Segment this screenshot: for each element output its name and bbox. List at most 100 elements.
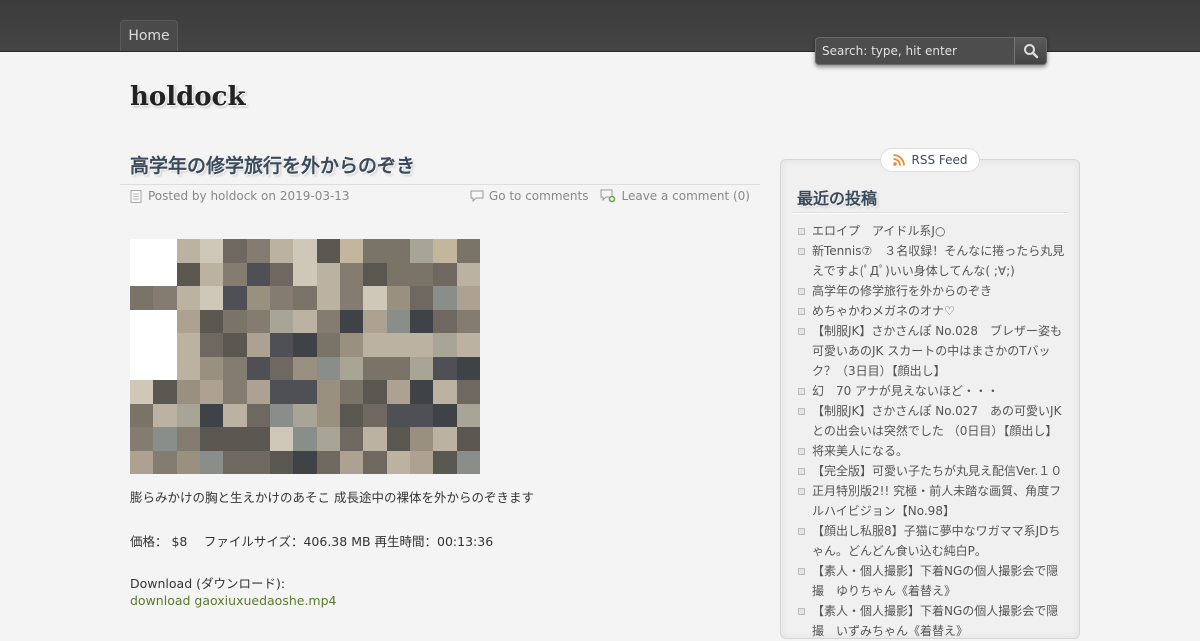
mosaic-cell [223, 309, 247, 333]
leave-comment-link[interactable]: Leave a comment (0) [600, 189, 750, 203]
mosaic-cell [363, 333, 387, 357]
mosaic-cell [153, 427, 177, 451]
post-byline-text: Posted by holdock on 2019-03-13 [148, 189, 350, 203]
mosaic-cell [340, 333, 364, 357]
mosaic-cell [386, 239, 410, 263]
mosaic-cell [130, 239, 154, 263]
mosaic-cell [386, 333, 410, 357]
mosaic-cell [176, 403, 200, 427]
mosaic-cell [386, 403, 410, 427]
post-title[interactable]: 高学年の修学旅行を外からのぞき [130, 151, 415, 178]
mosaic-cell [386, 286, 410, 310]
mosaic-cell [363, 239, 387, 263]
mosaic-cell [363, 262, 387, 286]
post-details: 価格： $8 ファイルサイズ：406.38 MB 再生時間：00:13:36 [130, 534, 494, 549]
site-title[interactable]: holdock [130, 82, 246, 112]
recent-post-item[interactable]: めちゃかわメガネのオナ♡ [796, 301, 1066, 321]
recent-post-item[interactable]: 【完全版】可愛い子たちが丸見え配信Ver.１０ [796, 461, 1066, 481]
mosaic-cell [246, 450, 270, 474]
mosaic-cell [200, 286, 224, 310]
mosaic-cell [363, 286, 387, 310]
mosaic-cell [340, 427, 364, 451]
mosaic-cell [316, 356, 340, 380]
mosaic-cell [316, 450, 340, 474]
mosaic-cell [130, 309, 154, 333]
mosaic-cell [270, 239, 294, 263]
recent-posts-title: 最近の投稿 [797, 189, 878, 208]
mosaic-cell [433, 427, 457, 451]
mosaic-cell [130, 380, 154, 404]
mosaic-cell [130, 403, 154, 427]
mosaic-cell [153, 286, 177, 310]
search-button[interactable] [1014, 38, 1046, 64]
mosaic-cell [340, 450, 364, 474]
mosaic-cell [293, 356, 317, 380]
recent-posts-list: エロイプ アイドル系J○ 新Tennis⑦ ３名収録！そんなに捲ったら丸見えですよ… [796, 221, 1066, 641]
mosaic-cell [270, 450, 294, 474]
mosaic-cell [293, 333, 317, 357]
mosaic-cell [130, 450, 154, 474]
go-to-comments-link[interactable]: Go to comments [470, 189, 589, 203]
nav-home-tab[interactable]: Home [120, 20, 178, 51]
mosaic-cell [293, 427, 317, 451]
speech-bubble-icon [470, 190, 484, 202]
mosaic-cell [410, 286, 434, 310]
mosaic-cell [153, 262, 177, 286]
mosaic-cell [200, 309, 224, 333]
mosaic-cell [176, 239, 200, 263]
mosaic-cell [176, 286, 200, 310]
rss-feed-link[interactable]: RSS Feed [880, 148, 980, 172]
download-link[interactable]: download gaoxiuxuedaoshe.mp4 [130, 593, 336, 608]
mosaic-cell [130, 356, 154, 380]
recent-post-item[interactable]: 【素人・個人撮影】下着NGの個人撮影会で隠撮 ゆりちゃん《着替え》 [796, 561, 1066, 601]
mosaic-cell [433, 309, 457, 333]
mosaic-cell [316, 403, 340, 427]
recent-post-item[interactable]: エロイプ アイドル系J○ [796, 221, 1066, 241]
mosaic-cell [153, 450, 177, 474]
widget-divider [792, 212, 1068, 214]
mosaic-cell [456, 309, 480, 333]
document-icon [130, 189, 142, 203]
mosaic-cell [340, 380, 364, 404]
mosaic-cell [176, 309, 200, 333]
mosaic-cell [200, 239, 224, 263]
mosaic-cell [386, 427, 410, 451]
mosaic-cell [153, 380, 177, 404]
mosaic-cell [130, 286, 154, 310]
recent-post-item[interactable]: 【制服JK】さかさんぽ No.027 あの可愛いJKとの出会いは突然でした （0… [796, 401, 1066, 441]
recent-post-item[interactable]: 幻 70 アナが見えないほど・・・ [796, 381, 1066, 401]
mosaic-cell [176, 380, 200, 404]
magnifier-icon [1024, 44, 1039, 59]
go-to-comments-label[interactable]: Go to comments [489, 189, 589, 203]
recent-post-item[interactable]: 【素人・個人撮影】下着NGの個人撮影会で隠撮 いずみちゃん《着替え》 [796, 601, 1066, 641]
mosaic-cell [433, 356, 457, 380]
rss-feed-label[interactable]: RSS Feed [911, 153, 967, 167]
post-byline: Posted by holdock on 2019-03-13 [130, 189, 350, 203]
recent-post-item[interactable]: 高学年の修学旅行を外からのぞき [796, 281, 1066, 301]
mosaic-cell [433, 403, 457, 427]
leave-comment-label[interactable]: Leave a comment (0) [621, 189, 750, 203]
recent-post-item[interactable]: 【顔出し私服8】子猫に夢中なワガママ系JDちゃん。どんどん食い込む純白P。 [796, 521, 1066, 561]
mosaic-cell [270, 356, 294, 380]
recent-post-item[interactable]: 【制服JK】さかさんぽ No.028 ブレザー姿も可愛いあのJK スカートの中は… [796, 321, 1066, 381]
mosaic-cell [316, 239, 340, 263]
mosaic-cell [433, 286, 457, 310]
recent-post-item[interactable]: 正月特別版2!! 究極・前人未踏な画質、角度フルハイビジョン【No.98】 [796, 481, 1066, 521]
mosaic-cell [410, 403, 434, 427]
mosaic-cell [246, 427, 270, 451]
recent-post-item[interactable]: 将来美人になる。 [796, 441, 1066, 461]
mosaic-cell [456, 450, 480, 474]
mosaic-cell [433, 262, 457, 286]
mosaic-cell [270, 380, 294, 404]
recent-post-item[interactable]: 新Tennis⑦ ３名収録！そんなに捲ったら丸見えですよ(ﾟДﾟ)いい身体してん… [796, 241, 1066, 281]
mosaic-cell [153, 333, 177, 357]
mosaic-cell [246, 380, 270, 404]
mosaic-cell [293, 309, 317, 333]
post-description: 膨らみかけの胸と生えかけのあそこ 成長途中の裸体を外からのぞきます [130, 490, 534, 505]
mosaic-cell [316, 309, 340, 333]
search-input[interactable] [816, 38, 1014, 64]
add-comment-icon [600, 189, 616, 203]
mosaic-cell [223, 333, 247, 357]
mosaic-cell [316, 427, 340, 451]
mosaic-cell [223, 286, 247, 310]
